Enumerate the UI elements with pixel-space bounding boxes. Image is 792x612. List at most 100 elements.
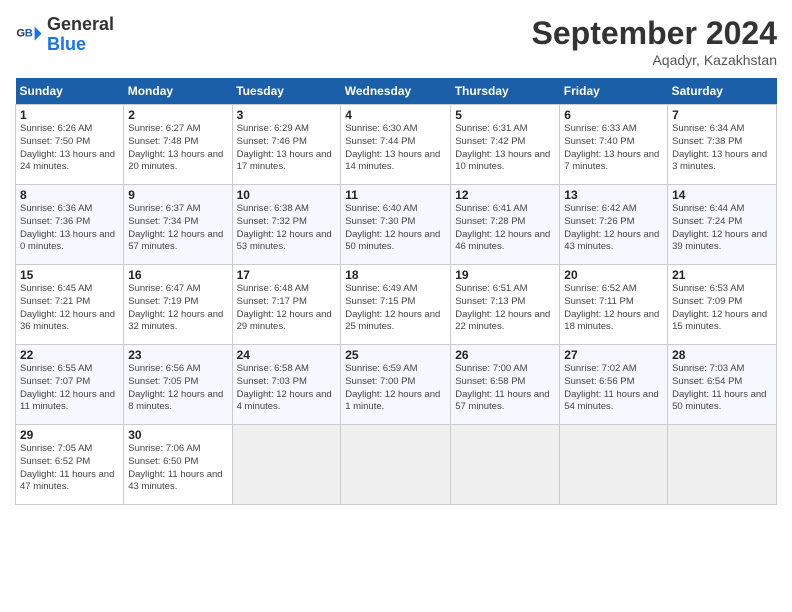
day-detail: Sunrise: 7:06 AMSunset: 6:50 PMDaylight:… [128, 443, 227, 494]
day-number: 19 [455, 268, 555, 282]
day-detail: Sunrise: 6:55 AMSunset: 7:07 PMDaylight:… [20, 363, 119, 414]
month-title: September 2024 [532, 15, 777, 52]
day-detail: Sunrise: 6:31 AMSunset: 7:42 PMDaylight:… [455, 123, 555, 174]
calendar-row: 8Sunrise: 6:36 AMSunset: 7:36 PMDaylight… [16, 185, 777, 265]
day-number: 20 [564, 268, 663, 282]
table-row [668, 425, 777, 505]
calendar-body: 1Sunrise: 6:26 AMSunset: 7:50 PMDaylight… [16, 105, 777, 505]
day-detail: Sunrise: 6:41 AMSunset: 7:28 PMDaylight:… [455, 203, 555, 254]
day-number: 22 [20, 348, 119, 362]
table-row: 17Sunrise: 6:48 AMSunset: 7:17 PMDayligh… [232, 265, 341, 345]
day-number: 13 [564, 188, 663, 202]
col-thursday: Thursday [451, 78, 560, 105]
day-detail: Sunrise: 6:42 AMSunset: 7:26 PMDaylight:… [564, 203, 663, 254]
day-number: 9 [128, 188, 227, 202]
day-detail: Sunrise: 6:40 AMSunset: 7:30 PMDaylight:… [345, 203, 446, 254]
table-row: 3Sunrise: 6:29 AMSunset: 7:46 PMDaylight… [232, 105, 341, 185]
day-detail: Sunrise: 6:37 AMSunset: 7:34 PMDaylight:… [128, 203, 227, 254]
calendar-row: 1Sunrise: 6:26 AMSunset: 7:50 PMDaylight… [16, 105, 777, 185]
day-detail: Sunrise: 6:49 AMSunset: 7:15 PMDaylight:… [345, 283, 446, 334]
table-row: 14Sunrise: 6:44 AMSunset: 7:24 PMDayligh… [668, 185, 777, 265]
table-row: 1Sunrise: 6:26 AMSunset: 7:50 PMDaylight… [16, 105, 124, 185]
table-row: 11Sunrise: 6:40 AMSunset: 7:30 PMDayligh… [341, 185, 451, 265]
col-friday: Friday [560, 78, 668, 105]
day-detail: Sunrise: 6:59 AMSunset: 7:00 PMDaylight:… [345, 363, 446, 414]
col-saturday: Saturday [668, 78, 777, 105]
table-row [560, 425, 668, 505]
table-row [341, 425, 451, 505]
calendar-row: 15Sunrise: 6:45 AMSunset: 7:21 PMDayligh… [16, 265, 777, 345]
day-detail: Sunrise: 6:27 AMSunset: 7:48 PMDaylight:… [128, 123, 227, 174]
day-detail: Sunrise: 6:38 AMSunset: 7:32 PMDaylight:… [237, 203, 337, 254]
table-row: 15Sunrise: 6:45 AMSunset: 7:21 PMDayligh… [16, 265, 124, 345]
day-detail: Sunrise: 7:00 AMSunset: 6:58 PMDaylight:… [455, 363, 555, 414]
day-detail: Sunrise: 6:34 AMSunset: 7:38 PMDaylight:… [672, 123, 772, 174]
table-row: 28Sunrise: 7:03 AMSunset: 6:54 PMDayligh… [668, 345, 777, 425]
table-row: 8Sunrise: 6:36 AMSunset: 7:36 PMDaylight… [16, 185, 124, 265]
location-subtitle: Aqadyr, Kazakhstan [532, 52, 777, 68]
day-number: 5 [455, 108, 555, 122]
day-number: 1 [20, 108, 119, 122]
logo-text: GeneralBlue [47, 15, 114, 55]
day-detail: Sunrise: 6:48 AMSunset: 7:17 PMDaylight:… [237, 283, 337, 334]
day-number: 17 [237, 268, 337, 282]
day-detail: Sunrise: 7:02 AMSunset: 6:56 PMDaylight:… [564, 363, 663, 414]
day-number: 24 [237, 348, 337, 362]
calendar-row: 22Sunrise: 6:55 AMSunset: 7:07 PMDayligh… [16, 345, 777, 425]
table-row: 25Sunrise: 6:59 AMSunset: 7:00 PMDayligh… [341, 345, 451, 425]
day-detail: Sunrise: 6:58 AMSunset: 7:03 PMDaylight:… [237, 363, 337, 414]
day-number: 12 [455, 188, 555, 202]
table-row: 4Sunrise: 6:30 AMSunset: 7:44 PMDaylight… [341, 105, 451, 185]
day-detail: Sunrise: 6:47 AMSunset: 7:19 PMDaylight:… [128, 283, 227, 334]
day-number: 7 [672, 108, 772, 122]
table-row: 7Sunrise: 6:34 AMSunset: 7:38 PMDaylight… [668, 105, 777, 185]
day-detail: Sunrise: 7:05 AMSunset: 6:52 PMDaylight:… [20, 443, 119, 494]
day-number: 29 [20, 428, 119, 442]
day-number: 27 [564, 348, 663, 362]
day-number: 26 [455, 348, 555, 362]
table-row: 21Sunrise: 6:53 AMSunset: 7:09 PMDayligh… [668, 265, 777, 345]
col-tuesday: Tuesday [232, 78, 341, 105]
table-row [451, 425, 560, 505]
table-row: 27Sunrise: 7:02 AMSunset: 6:56 PMDayligh… [560, 345, 668, 425]
day-detail: Sunrise: 6:33 AMSunset: 7:40 PMDaylight:… [564, 123, 663, 174]
table-row [232, 425, 341, 505]
day-number: 11 [345, 188, 446, 202]
day-number: 8 [20, 188, 119, 202]
table-row: 24Sunrise: 6:58 AMSunset: 7:03 PMDayligh… [232, 345, 341, 425]
logo: G B GeneralBlue [15, 15, 114, 55]
table-row: 19Sunrise: 6:51 AMSunset: 7:13 PMDayligh… [451, 265, 560, 345]
page-header: G B GeneralBlue September 2024 Aqadyr, K… [15, 15, 777, 68]
calendar-table: Sunday Monday Tuesday Wednesday Thursday… [15, 78, 777, 505]
day-number: 23 [128, 348, 227, 362]
table-row: 30Sunrise: 7:06 AMSunset: 6:50 PMDayligh… [124, 425, 232, 505]
day-number: 18 [345, 268, 446, 282]
svg-text:B: B [25, 27, 33, 39]
table-row: 23Sunrise: 6:56 AMSunset: 7:05 PMDayligh… [124, 345, 232, 425]
day-number: 15 [20, 268, 119, 282]
day-detail: Sunrise: 6:56 AMSunset: 7:05 PMDaylight:… [128, 363, 227, 414]
day-detail: Sunrise: 6:29 AMSunset: 7:46 PMDaylight:… [237, 123, 337, 174]
title-block: September 2024 Aqadyr, Kazakhstan [532, 15, 777, 68]
table-row: 9Sunrise: 6:37 AMSunset: 7:34 PMDaylight… [124, 185, 232, 265]
day-detail: Sunrise: 6:52 AMSunset: 7:11 PMDaylight:… [564, 283, 663, 334]
day-detail: Sunrise: 6:53 AMSunset: 7:09 PMDaylight:… [672, 283, 772, 334]
day-number: 10 [237, 188, 337, 202]
calendar-row: 29Sunrise: 7:05 AMSunset: 6:52 PMDayligh… [16, 425, 777, 505]
day-number: 28 [672, 348, 772, 362]
table-row: 2Sunrise: 6:27 AMSunset: 7:48 PMDaylight… [124, 105, 232, 185]
day-number: 4 [345, 108, 446, 122]
svg-text:G: G [16, 27, 25, 39]
col-wednesday: Wednesday [341, 78, 451, 105]
table-row: 18Sunrise: 6:49 AMSunset: 7:15 PMDayligh… [341, 265, 451, 345]
table-row: 13Sunrise: 6:42 AMSunset: 7:26 PMDayligh… [560, 185, 668, 265]
day-number: 6 [564, 108, 663, 122]
day-detail: Sunrise: 6:36 AMSunset: 7:36 PMDaylight:… [20, 203, 119, 254]
table-row: 29Sunrise: 7:05 AMSunset: 6:52 PMDayligh… [16, 425, 124, 505]
logo-icon: G B [15, 21, 43, 49]
day-number: 2 [128, 108, 227, 122]
day-number: 30 [128, 428, 227, 442]
table-row: 16Sunrise: 6:47 AMSunset: 7:19 PMDayligh… [124, 265, 232, 345]
col-monday: Monday [124, 78, 232, 105]
day-detail: Sunrise: 6:26 AMSunset: 7:50 PMDaylight:… [20, 123, 119, 174]
